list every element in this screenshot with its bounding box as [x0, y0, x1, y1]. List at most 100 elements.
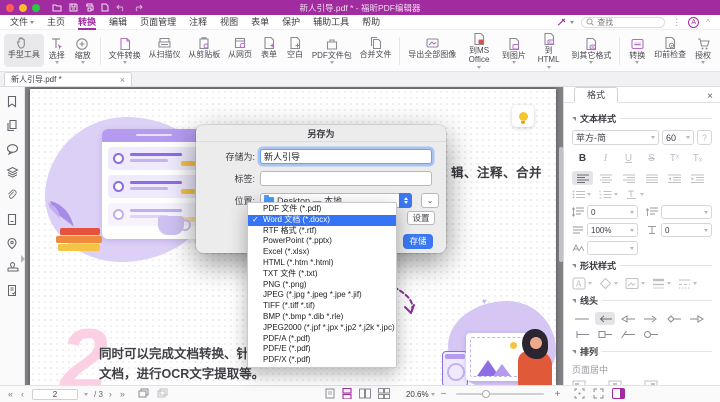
- preflight-button[interactable]: 印前检查: [650, 34, 690, 67]
- format-option[interactable]: TIFF (*.tiff *.tif): [248, 301, 396, 312]
- numbered-list-button[interactable]: [599, 190, 618, 199]
- stamps-icon[interactable]: [6, 261, 19, 273]
- line-end-diamond[interactable]: [664, 312, 684, 325]
- zoom-out-button[interactable]: −: [441, 389, 447, 400]
- destinations-icon[interactable]: [6, 237, 18, 250]
- image-style-button[interactable]: [625, 277, 645, 290]
- format-option[interactable]: JPEG2000 (*.jpf *.jpx *.jp2 *.j2k *.jpc): [248, 323, 396, 334]
- save-button[interactable]: 存储: [403, 234, 433, 249]
- to-other-format-button[interactable]: 到其它格式: [568, 35, 616, 67]
- text-color-button[interactable]: A: [572, 277, 592, 290]
- line-end-triangle[interactable]: [687, 312, 707, 325]
- horizontal-scale-control[interactable]: 100%: [572, 223, 638, 237]
- form-button[interactable]: 表单: [256, 34, 282, 67]
- zoom-in-button[interactable]: +: [554, 389, 560, 400]
- ocr-convert-button[interactable]: 转换: [624, 35, 650, 67]
- tab-format[interactable]: 格式: [574, 87, 618, 103]
- format-option[interactable]: HTML (*.htm *.html): [248, 258, 396, 269]
- redo-icon[interactable]: [133, 4, 143, 12]
- from-clipboard-button[interactable]: 从剪贴板: [184, 34, 224, 67]
- select-tool-button[interactable]: 选择: [44, 35, 70, 67]
- strikethrough-button[interactable]: S: [641, 151, 662, 166]
- align-center-button[interactable]: [595, 171, 616, 185]
- format-option[interactable]: PDF/E (*.pdf): [248, 344, 396, 355]
- more-options-icon[interactable]: ⋮: [672, 17, 681, 28]
- menu-view[interactable]: 视图: [220, 15, 238, 29]
- subscript-button[interactable]: Tₓ: [687, 151, 708, 166]
- menu-edit[interactable]: 编辑: [109, 15, 127, 29]
- filename-input[interactable]: [260, 149, 432, 164]
- italic-button[interactable]: I: [595, 151, 616, 166]
- indent-decrease-button[interactable]: [664, 171, 685, 185]
- print-icon[interactable]: [85, 3, 94, 12]
- menu-home[interactable]: 主页: [47, 15, 65, 29]
- line-weight-button[interactable]: [652, 277, 671, 290]
- close-tab-icon[interactable]: ×: [120, 75, 125, 85]
- zoom-level-select[interactable]: 20.6%: [406, 390, 435, 399]
- search-box[interactable]: [581, 17, 665, 28]
- pages-icon[interactable]: [6, 119, 18, 132]
- paragraph-spacing-control[interactable]: [646, 205, 712, 219]
- location-stepper[interactable]: [399, 193, 412, 208]
- save-icon[interactable]: [69, 3, 78, 12]
- hand-tool-button[interactable]: 手型工具: [4, 34, 44, 67]
- lightbulb-tip-icon[interactable]: [512, 105, 534, 127]
- last-page-button[interactable]: »: [120, 389, 127, 399]
- menu-protect[interactable]: 保护: [282, 15, 300, 29]
- zoom-window-button[interactable]: [32, 4, 40, 12]
- collapse-ribbon-icon[interactable]: ^: [706, 18, 710, 27]
- format-option[interactable]: JPEG (*.jpg *.jpeg *.jpe *.jif): [248, 290, 396, 301]
- arrange-section-header[interactable]: 排列: [572, 345, 712, 358]
- expand-dialog-button[interactable]: ⌄: [421, 193, 439, 208]
- chevron-down-icon[interactable]: [84, 393, 88, 396]
- line-end-slash[interactable]: [618, 328, 638, 341]
- line-end-open-arrow[interactable]: [641, 312, 661, 325]
- next-page-button[interactable]: ›: [109, 389, 114, 399]
- menu-accessibility[interactable]: 辅助工具: [313, 15, 349, 29]
- previous-page-button[interactable]: ‹: [21, 389, 26, 399]
- close-window-button[interactable]: [6, 4, 14, 12]
- text-style-section-header[interactable]: 文本样式: [572, 112, 712, 125]
- font-family-select[interactable]: 苹方-简: [572, 130, 659, 145]
- settings-button[interactable]: 设置: [407, 211, 435, 225]
- zoom-slider-knob[interactable]: [482, 390, 490, 398]
- fit-page-icon[interactable]: [574, 388, 585, 401]
- char-spacing-control[interactable]: 0: [646, 223, 712, 237]
- bold-button[interactable]: B: [572, 151, 593, 166]
- kerning-control[interactable]: [572, 241, 638, 255]
- line-spacing-control[interactable]: 0: [572, 205, 638, 219]
- format-option[interactable]: BMP (*.bmp *.dib *.rle): [248, 312, 396, 323]
- tags-input[interactable]: [260, 171, 432, 186]
- thumbnails-icon[interactable]: [6, 213, 18, 226]
- format-option[interactable]: PDF 文件 (*.pdf): [248, 204, 396, 215]
- menu-page-manage[interactable]: 页面管理: [140, 15, 176, 29]
- line-end-butt[interactable]: [572, 328, 592, 341]
- format-option-selected[interactable]: ✓Word 文档 (*.docx): [248, 215, 396, 226]
- first-page-button[interactable]: «: [8, 389, 15, 399]
- bookmarks-icon[interactable]: [6, 95, 18, 108]
- to-html-button[interactable]: 到 HTML: [530, 30, 568, 71]
- previous-view-icon[interactable]: [137, 388, 150, 400]
- open-file-icon[interactable]: [52, 3, 62, 12]
- from-scanner-button[interactable]: 从扫描仪: [145, 34, 185, 67]
- zoom-slider[interactable]: [456, 393, 544, 395]
- line-dash-button[interactable]: [678, 277, 697, 290]
- superscript-button[interactable]: Tˣ: [664, 151, 685, 166]
- menu-help[interactable]: 帮助: [362, 15, 380, 29]
- combine-files-button[interactable]: 合并文件: [356, 34, 396, 67]
- format-option[interactable]: TXT 文件 (*.txt): [248, 269, 396, 280]
- to-ms-office-button[interactable]: 到MS Office: [460, 30, 498, 71]
- fullscreen-icon[interactable]: [593, 388, 604, 401]
- page-number-input[interactable]: 2: [32, 389, 78, 400]
- license-button[interactable]: 授权: [690, 35, 716, 67]
- account-avatar[interactable]: A: [688, 17, 699, 28]
- close-panel-icon[interactable]: ×: [707, 91, 713, 102]
- line-end-none[interactable]: [572, 312, 592, 325]
- bullet-list-button[interactable]: [572, 190, 591, 199]
- format-option[interactable]: PDF/X (*.pdf): [248, 355, 396, 366]
- document-tab[interactable]: 新人引导.pdf * ×: [4, 72, 132, 86]
- undo-icon[interactable]: [116, 4, 126, 12]
- comments-icon[interactable]: [6, 143, 19, 155]
- line-end-open-triangle[interactable]: [618, 312, 638, 325]
- line-end-arrow[interactable]: [595, 312, 615, 325]
